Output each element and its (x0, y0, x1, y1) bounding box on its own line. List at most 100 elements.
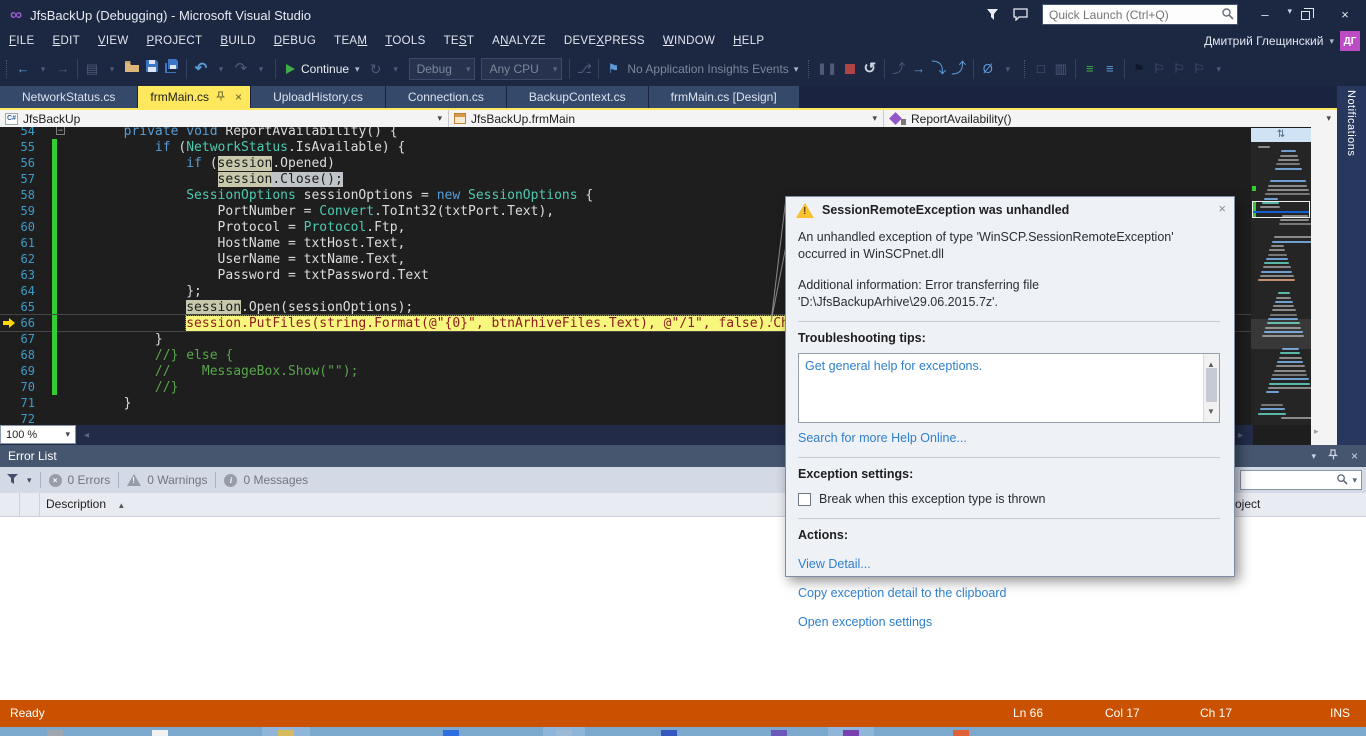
minimap-viewport[interactable] (1252, 201, 1310, 218)
taskbar-app-button[interactable] (828, 727, 874, 736)
user-dropdown-icon[interactable]: ▾ (1329, 36, 1334, 47)
restore-button[interactable] (1292, 7, 1318, 22)
tips-scrollbar[interactable]: ▲ ▼ (1203, 354, 1219, 422)
menu-item-view[interactable]: VIEW (89, 35, 138, 47)
undo-icon[interactable]: ↶ (191, 58, 211, 80)
taskbar-app-button[interactable] (262, 727, 310, 736)
code-line-57[interactable]: 57 session.Close(); (0, 171, 1253, 187)
show-next-statement-icon[interactable]: ⤴ (889, 58, 909, 80)
menu-item-test[interactable]: TEST (435, 35, 484, 47)
action-link-view[interactable]: View Detail... (798, 556, 1220, 573)
menu-item-devexpress[interactable]: DEVEXPRESS (555, 35, 654, 47)
undo-dropdown-icon[interactable]: ▾ (211, 58, 231, 80)
tab-connection-cs[interactable]: Connection.cs (386, 86, 506, 108)
pin-tab-icon[interactable] (216, 90, 226, 104)
taskbar-app-button[interactable] (762, 727, 796, 736)
breakpoints-window-icon[interactable]: □ (1031, 58, 1051, 80)
tab-uploadhistory-cs[interactable]: UploadHistory.cs (251, 86, 385, 108)
menu-item-window[interactable]: WINDOW (654, 35, 724, 47)
redo-icon[interactable]: ↷ (231, 58, 251, 80)
hex-display-icon[interactable]: Ø (978, 58, 998, 80)
filter-icon[interactable] (6, 473, 19, 488)
uncomment-icon[interactable]: ≡ (1100, 58, 1120, 80)
menu-item-project[interactable]: PROJECT (138, 35, 212, 47)
redo-dropdown-icon[interactable]: ▾ (251, 58, 271, 80)
save-icon[interactable] (142, 58, 162, 80)
scroll-thumb[interactable] (1206, 368, 1217, 402)
restart-icon[interactable]: ↻ (366, 58, 386, 80)
restart-debug-icon[interactable]: ↺ (860, 58, 880, 80)
close-panel-icon[interactable]: × (1351, 449, 1358, 463)
taskbar-app-button[interactable] (146, 727, 174, 736)
quick-launch[interactable] (1042, 4, 1238, 25)
messages-filter-button[interactable]: i 0 Messages (224, 473, 308, 487)
pause-icon[interactable]: ❚❚ (815, 58, 839, 80)
fold-collapse-icon[interactable]: − (56, 127, 65, 135)
menu-item-tools[interactable]: TOOLS (376, 35, 434, 47)
continue-button[interactable]: Continue ▾ (280, 62, 366, 76)
save-all-icon[interactable] (162, 58, 182, 80)
code-line-55[interactable]: 55 if (NetworkStatus.IsAvailable) { (0, 139, 1253, 155)
scrollbar-splitter[interactable]: ⇅ (1251, 128, 1311, 142)
quick-launch-input[interactable] (1042, 4, 1238, 25)
action-link-open[interactable]: Open exception settings (798, 614, 1220, 631)
scroll-down-icon[interactable]: ▼ (1207, 403, 1215, 420)
minimize-button[interactable]: – (1252, 7, 1278, 22)
user-avatar[interactable]: ДГ (1340, 31, 1360, 51)
application-insights-icon[interactable]: ⚑ (603, 58, 623, 80)
tab-frmmain-cs-design-[interactable]: frmMain.cs [Design] (649, 86, 799, 108)
notifications-tab[interactable]: Notifications (1337, 86, 1366, 445)
new-item-dropdown-icon[interactable]: ▾ (102, 58, 122, 80)
error-list-search-box[interactable]: ▾ (1240, 470, 1362, 490)
windows-taskbar[interactable] (0, 727, 1366, 736)
editor-zoom-combo[interactable]: 100 %▾ (0, 425, 76, 444)
code-line-56[interactable]: 56 if (session.Opened) (0, 155, 1253, 171)
comment-icon[interactable]: ≡ (1080, 58, 1100, 80)
stop-icon[interactable] (840, 58, 860, 80)
step-over-icon[interactable]: → (909, 58, 929, 80)
insights-events-combo[interactable]: No Application Insights Events▾ (623, 62, 802, 76)
attach-process-icon[interactable]: ⎇ (574, 58, 594, 80)
search-help-online-link[interactable]: Search for more Help Online... (798, 430, 1220, 447)
open-file-icon[interactable] (122, 58, 142, 80)
menu-item-edit[interactable]: EDIT (44, 35, 89, 47)
taskbar-app-button[interactable] (944, 727, 978, 736)
platform-combo[interactable]: Any CPU▾ (481, 58, 562, 80)
hex-dropdown-icon[interactable]: ▾ (998, 58, 1018, 80)
break-on-throw-checkbox[interactable] (798, 493, 811, 506)
menu-item-team[interactable]: TEAM (325, 35, 376, 47)
close-button[interactable]: × (1332, 7, 1358, 22)
scroll-left-icon[interactable]: ◂ (84, 430, 89, 441)
tab-backupcontext-cs[interactable]: BackupContext.cs (507, 86, 648, 108)
menu-item-build[interactable]: BUILD (211, 35, 264, 47)
navigate-back-icon[interactable]: ← (13, 58, 33, 80)
project-dropdown[interactable]: C# JfsBackUp ▾ (0, 110, 449, 127)
action-link-copy[interactable]: Copy exception detail to the clipboard (798, 585, 1220, 602)
menu-item-file[interactable]: FILE (0, 35, 44, 47)
step-out-icon[interactable]: ⤴ (949, 58, 969, 80)
minimap-scrollbar[interactable] (1251, 142, 1311, 425)
tip-link[interactable]: Get general help for exceptions. (805, 358, 1199, 375)
feedback-icon[interactable] (1013, 8, 1028, 21)
toolbar-options-icon[interactable]: ▾ (1209, 58, 1229, 80)
menu-item-analyze[interactable]: ANALYZE (483, 35, 555, 47)
menu-item-help[interactable]: HELP (724, 35, 773, 47)
memory-window-icon[interactable]: ▥ (1051, 58, 1071, 80)
search-dropdown-icon[interactable]: ▾ (1352, 475, 1357, 486)
navigate-forward-icon[interactable]: → (53, 58, 73, 80)
taskbar-app-button[interactable] (436, 727, 466, 736)
configuration-combo[interactable]: Debug▾ (409, 58, 476, 80)
type-dropdown[interactable]: JfsBackUp.frmMain ▾ (449, 110, 884, 127)
column-project[interactable]: Project (1217, 493, 1366, 517)
filter-dropdown-icon[interactable]: ▾ (27, 475, 32, 486)
navigate-back-dropdown-icon[interactable]: ▾ (33, 58, 53, 80)
bookmark-icon[interactable]: ⚑ (1129, 58, 1149, 80)
taskbar-app-button[interactable] (543, 727, 585, 736)
member-dropdown[interactable]: ReportAvailability() ▾ (884, 110, 1337, 127)
new-item-icon[interactable]: ▤ (82, 58, 102, 80)
pin-icon[interactable] (1328, 449, 1339, 463)
prev-bookmark-icon[interactable]: ⚐ (1149, 58, 1169, 80)
close-tab-icon[interactable]: × (233, 90, 242, 104)
menu-item-debug[interactable]: DEBUG (265, 35, 325, 47)
restart-dropdown-icon[interactable]: ▾ (386, 58, 406, 80)
